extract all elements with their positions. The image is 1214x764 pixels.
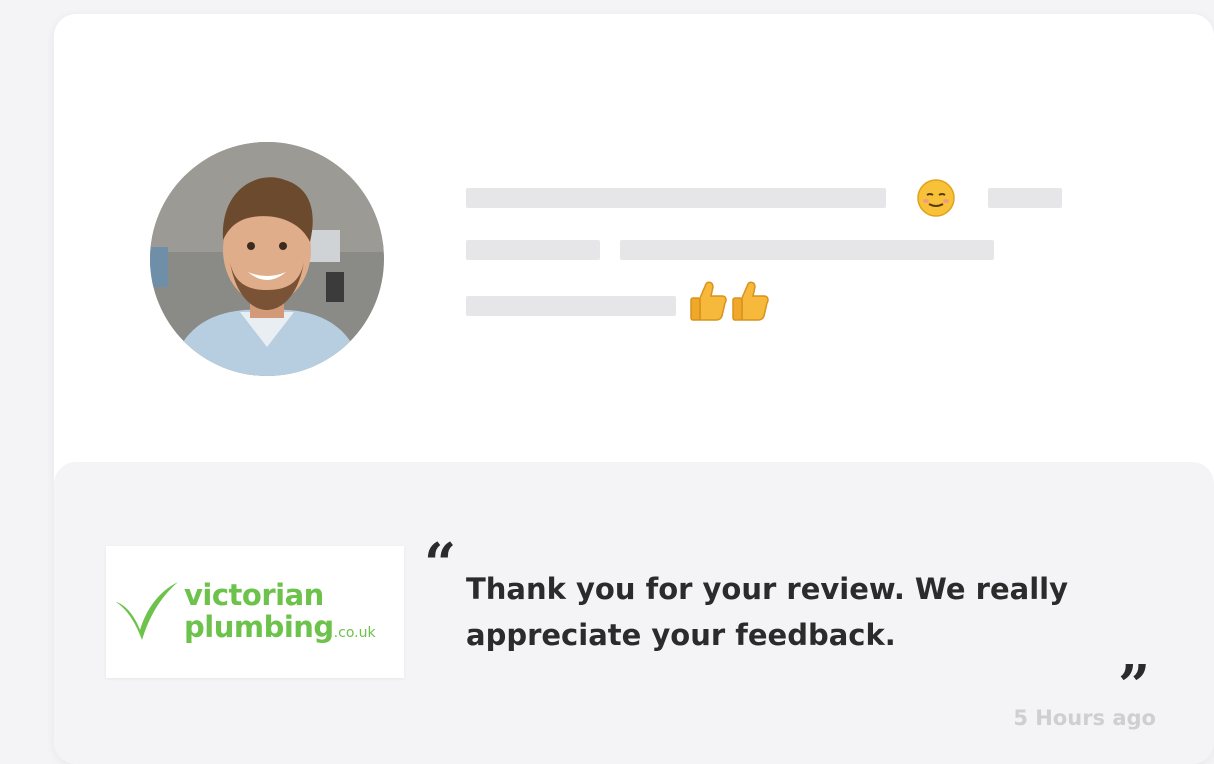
logo-text-line1: victorian [184, 578, 324, 612]
review-section [54, 14, 1214, 462]
business-reply: victorian plumbing.co.uk “ Thank you for… [54, 462, 1214, 764]
checkmark-icon [116, 582, 178, 640]
logo-domain: .co.uk [333, 625, 376, 641]
placeholder-bar [466, 240, 600, 260]
logo-text-line2-main: plumbing [184, 610, 334, 644]
smiling-face-emoji [917, 179, 955, 217]
reply-message: Thank you for your review. We really app… [466, 572, 1068, 652]
thumbs-up-emoji [690, 281, 727, 321]
placeholder-bar [466, 188, 886, 208]
reply-timestamp: 5 Hours ago [1013, 706, 1156, 730]
open-quote-icon: “ [424, 531, 457, 597]
review-text-placeholder [466, 179, 1106, 346]
company-logo: victorian plumbing.co.uk [106, 546, 404, 678]
placeholder-bar [466, 296, 676, 316]
placeholder-bar [620, 240, 994, 260]
avatar [150, 142, 384, 376]
placeholder-bar [988, 188, 1062, 208]
thumbs-up-emoji [732, 281, 769, 321]
logo-text-line2: plumbing.co.uk [184, 610, 376, 644]
review-card: victorian plumbing.co.uk “ Thank you for… [54, 14, 1214, 764]
